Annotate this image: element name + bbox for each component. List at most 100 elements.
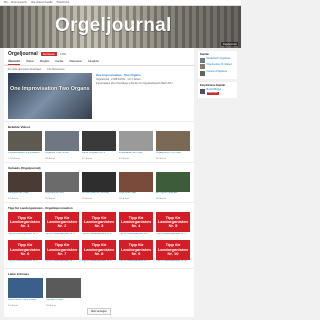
video-card[interactable]: Jesus bleibet meine Freude 410 Aufrufe [8, 278, 43, 307]
tip-title[interactable]: Tipp für Landorganisten Nr. 10 [156, 260, 190, 266]
featured-channels-panel: Empfohlene Kanäle Rudolf Bürgel Abonnier… [198, 82, 237, 99]
video-thumbnail[interactable] [156, 171, 190, 192]
tip-card[interactable]: Tipp für Landorganisten Nr. 7 Tipp für La… [45, 239, 79, 267]
video-card[interactable]: Meine Orgelwelt Vol. 2 877 Aufrufe [82, 131, 116, 160]
featured-section: Für nicht-abonnierte Zuschauer Für Abonn… [4, 66, 194, 122]
tip-card[interactable]: Tipp für Landorganisten Nr. 6 Tipp für La… [8, 239, 42, 267]
featured-channels-header: Empfohlene Kanäle [200, 84, 225, 87]
video-card[interactable]: Toccata in d-Moll 398 Aufrufe [46, 278, 81, 307]
video-card[interactable]: Ein Tag am Spieltisch 188 Aufrufe [156, 171, 190, 201]
channel-avatar[interactable] [200, 57, 205, 63]
tab-playlists[interactable]: Playlists [40, 59, 50, 65]
tip-card[interactable]: Tipp für Landorganisten Nr. 4 Tipp für La… [119, 212, 153, 239]
video-card[interactable]: Orgelführung Teil 2 290 Aufrufe [45, 171, 79, 201]
tip-card[interactable]: Tipp für Landorganisten Nr. 3 Tipp für La… [82, 212, 116, 239]
tip-card[interactable]: Tipp für Landorganisten Nr. 8 Tipp für La… [82, 239, 116, 267]
topnav-link-3[interactable]: Pfarrkirche [57, 1, 70, 4]
tip-thumbnail[interactable]: Tipp für Landorganisten Nr. 7 [45, 239, 79, 260]
video-meta: 320 Aufrufe [8, 198, 19, 201]
subscribe-button[interactable]: Abonnieren [206, 92, 219, 95]
tip-card[interactable]: Tipp für Landorganisten Nr. 10 Tipp für L… [156, 239, 190, 267]
video-meta: 254 Aufrufe [82, 198, 93, 201]
channel-link[interactable]: Rudolf Bürgel [207, 88, 222, 92]
channel-name[interactable]: Orgeljournal [8, 51, 38, 57]
video-meta: 290 Aufrufe [45, 198, 56, 201]
tip-title[interactable]: Tipp für Landorganisten Nr. 9 [119, 260, 153, 266]
tip-card[interactable]: Tipp für Landorganisten Nr. 1 Tipp für La… [8, 212, 42, 239]
topnav-link-2[interactable]: Alle Videos Kanäle [31, 1, 53, 4]
tab-about[interactable]: Kanalinfo [88, 59, 99, 65]
featured-video-title[interactable]: One Improvisation - Two Organs [96, 73, 190, 77]
tip-card[interactable]: Tipp für Landorganisten Nr. 5 Tipp für La… [156, 212, 190, 239]
section-title[interactable]: Uploads (Orgeljournal) [8, 166, 190, 170]
tip-card[interactable]: Tipp für Landorganisten Nr. 2 Tipp für La… [45, 212, 79, 239]
tip-thumbnail[interactable]: Tipp für Landorganisten Nr. 4 [119, 212, 153, 233]
tip-title[interactable]: Tipp für Landorganisten Nr. 8 [82, 260, 116, 266]
video-meta: 188 Aufrufe [156, 198, 167, 201]
featured-thumb-text: One Improvisation Two Organs [10, 86, 90, 92]
video-thumbnail[interactable] [8, 171, 42, 192]
tab-overview[interactable]: Übersicht [8, 59, 20, 65]
channel-avatar[interactable] [200, 70, 205, 76]
tip-title[interactable]: Tipp für Landorganisten Nr. 4 [119, 233, 153, 239]
tip-title[interactable]: Tipp für Landorganisten Nr. 5 [156, 233, 190, 239]
video-thumbnail[interactable] [8, 131, 42, 151]
video-meta: 610 Aufrufe [119, 157, 130, 160]
tip-thumbnail[interactable]: Tipp für Landorganisten Nr. 2 [45, 212, 79, 233]
video-thumbnail[interactable] [82, 131, 116, 151]
tip-title[interactable]: Tipp für Landorganisten Nr. 3 [82, 233, 116, 239]
tip-thumbnail[interactable]: Tipp für Landorganisten Nr. 3 [82, 212, 116, 233]
tip-thumbnail[interactable]: Tipp für Landorganisten Nr. 8 [82, 239, 116, 260]
channel-link[interactable]: Orgelneubau St. Rafael [207, 63, 232, 67]
tip-thumbnail[interactable]: Tipp für Landorganisten Nr. 10 [156, 239, 190, 260]
video-card[interactable]: Klangspiel der Orgel 320 Aufrufe [8, 171, 42, 201]
tip-thumbnail[interactable]: Tipp für Landorganisten Nr. 5 [156, 212, 190, 233]
tip-title[interactable]: Tipp für Landorganisten Nr. 1 [8, 233, 42, 239]
video-card[interactable]: Präsentation der Orgel 610 Aufrufe [119, 131, 153, 160]
video-thumbnail[interactable] [45, 171, 79, 192]
video-meta: 877 Aufrufe [82, 157, 93, 160]
tab-videos[interactable]: Videos [26, 59, 34, 65]
video-meta: 988 Aufrufe [45, 157, 56, 160]
related-channel[interactable]: Meckelherz Orgelleute [200, 57, 235, 63]
featured-tab-subscribers[interactable]: Für Abonnenten [47, 68, 64, 71]
channel-avatar[interactable] [200, 88, 205, 94]
video-thumbnail[interactable] [82, 171, 116, 192]
video-thumbnail[interactable] [119, 171, 153, 192]
tab-discussion[interactable]: Diskussion [69, 59, 82, 65]
video-card[interactable]: Kirchenmusik am Sonntag 254 Aufrufe [82, 171, 116, 201]
video-thumbnail[interactable] [119, 131, 153, 151]
related-channel[interactable]: Orgelneubau St. Rafael [200, 63, 235, 69]
tip-thumbnail[interactable]: Tipp für Landorganisten Nr. 6 [8, 239, 42, 260]
video-thumbnail[interactable] [156, 131, 190, 151]
video-thumbnail[interactable] [45, 131, 79, 151]
section-title[interactable]: Tipp für Landorganisten - Orgelimprovisa… [8, 206, 190, 210]
tip-title[interactable]: Tipp für Landorganisten Nr. 7 [45, 260, 79, 266]
section-title[interactable]: Beliebte Videos [8, 125, 190, 129]
topnav-link-1[interactable]: Mit ... Abonnements [4, 1, 27, 4]
popular-videos-section: Beliebte Videos Orgelwettbewerb Improvis… [4, 122, 194, 163]
video-card[interactable]: Orgelwettbewerb Improvisation 1.234 Aufru… [8, 131, 42, 160]
related-channel[interactable]: Kantorei Orgelwerk [200, 70, 235, 76]
featured-video-thumbnail[interactable]: One Improvisation Two Organs [8, 73, 92, 119]
subscribe-button[interactable]: Abonnieren [40, 51, 57, 57]
featured-channel[interactable]: Rudolf Bürgel Abonnieren [200, 88, 235, 95]
video-thumbnail[interactable] [46, 278, 81, 299]
tip-thumbnail[interactable]: Tipp für Landorganisten Nr. 1 [8, 212, 42, 233]
sidebar: Kanäle Meckelherz Orgelleute Orgelneubau… [198, 48, 237, 317]
channel-avatar[interactable] [200, 64, 205, 69]
featured-tab-visitors[interactable]: Für nicht-abonnierte Zuschauer [8, 68, 41, 71]
video-card[interactable]: Orgelkonzert in St. Peter 545 Aufrufe [156, 131, 190, 160]
tab-channels[interactable]: Kanäle [55, 59, 63, 65]
show-more-button[interactable]: Mehr anzeigen [87, 308, 111, 315]
video-card[interactable]: Orgel unter Tage 201 Aufrufe [119, 171, 153, 200]
tip-thumbnail[interactable]: Tipp für Landorganisten Nr. 9 [119, 239, 153, 260]
section-title[interactable]: Liebe Johnnes [8, 272, 190, 276]
tip-title[interactable]: Tipp für Landorganisten Nr. 6 [8, 260, 42, 266]
channel-link[interactable]: Kantorei Orgelwerk [207, 70, 227, 74]
tip-card[interactable]: Tipp für Landorganisten Nr. 9 Tipp für La… [119, 239, 153, 267]
video-card[interactable]: Orgeltöne in der Kirche 988 Aufrufe [45, 131, 79, 160]
video-thumbnail[interactable] [8, 278, 43, 299]
tip-title[interactable]: Tipp für Landorganisten Nr. 2 [45, 233, 79, 239]
channel-link[interactable]: Meckelherz Orgelleute [207, 57, 231, 61]
